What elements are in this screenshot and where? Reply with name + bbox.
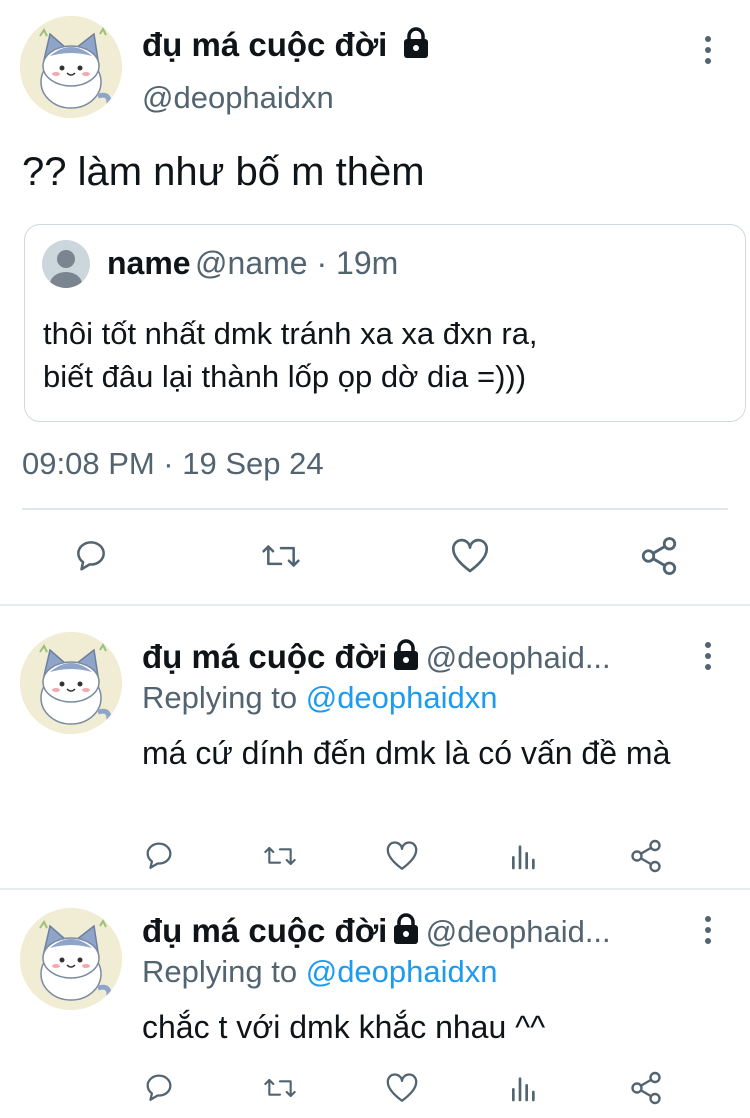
more-icon[interactable] <box>693 910 723 950</box>
quote-header: name @name · 19m <box>107 245 398 282</box>
replying-to-label: Replying to <box>142 680 298 715</box>
reply-text: má cứ dính đến dmk là có vấn đề mà <box>142 735 671 771</box>
quote-text: thôi tốt nhất dmk tránh xa xa đxn ra, bi… <box>43 316 538 394</box>
views-icon[interactable] <box>508 1071 540 1105</box>
divider <box>0 888 750 890</box>
reply-text: chắc t với dmk khắc nhau ^^ <box>142 1009 546 1045</box>
cat-avatar-icon <box>20 908 122 1010</box>
display-name[interactable]: đụ má cuộc đời <box>142 912 387 949</box>
tweet-text: ?? làm như bố m thèm <box>22 150 425 194</box>
user-handle[interactable]: @deophaidxn <box>142 80 334 116</box>
like-icon[interactable] <box>385 1072 419 1104</box>
lock-icon <box>401 27 431 67</box>
views-icon[interactable] <box>508 839 540 873</box>
retweet-icon[interactable] <box>262 1072 298 1104</box>
tweet-timestamp[interactable]: 09:08 PM · 19 Sep 24 <box>22 446 324 482</box>
retweet-icon[interactable] <box>262 840 298 872</box>
cat-avatar-icon <box>20 16 122 118</box>
divider <box>0 604 750 606</box>
avatar[interactable] <box>20 632 122 734</box>
lock-icon <box>391 913 421 950</box>
more-icon[interactable] <box>693 30 723 70</box>
display-name[interactable]: đụ má cuộc đời <box>142 26 431 67</box>
share-icon[interactable] <box>638 535 680 577</box>
divider <box>22 508 728 510</box>
default-avatar-icon <box>42 240 90 288</box>
cat-avatar-icon <box>20 632 122 734</box>
user-handle[interactable]: @deophaid... <box>426 640 611 675</box>
lock-icon <box>391 639 421 676</box>
share-icon[interactable] <box>628 1070 664 1106</box>
reply-icon[interactable] <box>72 536 110 574</box>
quote-meta: @name · 19m <box>195 245 399 281</box>
avatar[interactable] <box>20 16 122 118</box>
reply-header: đụ má cuộc đời @deophaid... <box>142 912 611 950</box>
reply-icon[interactable] <box>142 838 176 872</box>
display-name[interactable]: đụ má cuộc đời <box>142 638 387 675</box>
like-icon[interactable] <box>450 537 490 575</box>
mention-link[interactable]: @deophaidxn <box>306 680 498 715</box>
share-icon[interactable] <box>628 838 664 874</box>
replying-to: Replying to @deophaidxn <box>142 954 498 990</box>
display-name-text: đụ má cuộc đời <box>142 26 388 63</box>
replying-to: Replying to @deophaidxn <box>142 680 498 716</box>
reply-header: đụ má cuộc đời @deophaid... <box>142 638 611 676</box>
replying-to-label: Replying to <box>142 954 298 989</box>
quoted-tweet[interactable]: name @name · 19m thôi tốt nhất dmk tránh… <box>24 224 746 422</box>
mention-link[interactable]: @deophaidxn <box>306 954 498 989</box>
avatar[interactable] <box>20 908 122 1010</box>
more-icon[interactable] <box>693 636 723 676</box>
quote-display-name: name <box>107 245 191 281</box>
user-handle[interactable]: @deophaid... <box>426 914 611 949</box>
retweet-icon[interactable] <box>260 537 302 575</box>
reply-icon[interactable] <box>142 1070 176 1104</box>
like-icon[interactable] <box>385 840 419 872</box>
